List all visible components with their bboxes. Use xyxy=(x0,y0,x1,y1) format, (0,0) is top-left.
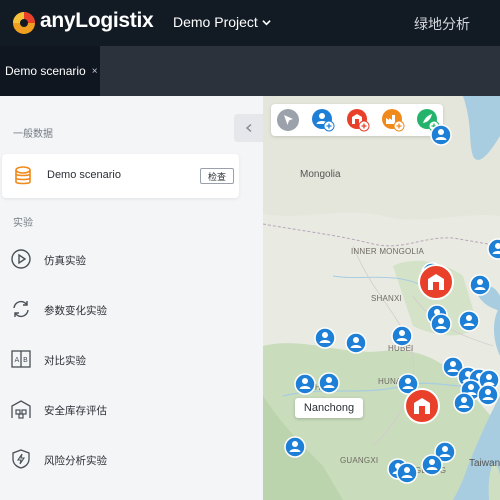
shield-icon xyxy=(12,449,30,469)
svg-text:A: A xyxy=(15,356,20,364)
svg-text:B: B xyxy=(23,356,28,364)
experiments-heading: 实验 xyxy=(13,218,33,229)
experiment-label: 风险分析实验 xyxy=(44,455,107,467)
collapse-sidebar-button[interactable] xyxy=(234,114,263,142)
customer-pin-icon[interactable] xyxy=(294,373,316,395)
sidebar: 一般数据 Demo scenario 检查 实验 仿真实验 参数变化实验 A B… xyxy=(0,96,263,500)
experiment-item-risk-analysis[interactable]: 风险分析实验 xyxy=(0,440,240,480)
play-icon xyxy=(11,249,31,269)
experiment-label: 仿真实验 xyxy=(44,255,86,267)
customer-pin-icon[interactable] xyxy=(430,313,452,335)
map-label-taiwan: Taiwan xyxy=(469,458,500,469)
customer-pin-icon[interactable] xyxy=(391,325,413,347)
tab-demo-scenario[interactable]: Demo scenario × xyxy=(0,46,100,96)
experiment-label: 安全库存评估 xyxy=(44,405,107,417)
customer-pin-icon[interactable] xyxy=(284,436,306,458)
customer-pin-icon[interactable] xyxy=(314,327,336,349)
project-selector[interactable]: Demo Project xyxy=(173,14,271,30)
database-icon xyxy=(15,166,31,185)
anylogistix-logo-icon xyxy=(13,12,35,34)
map-view[interactable]: Mongolia INNER MONGOLIA SHANXI HUBEI SIC… xyxy=(263,96,500,500)
experiment-label: 对比实验 xyxy=(44,355,86,367)
stock-icon xyxy=(11,400,31,419)
scenario-card[interactable]: Demo scenario 检查 xyxy=(2,154,239,198)
experiment-item-safety-stock[interactable]: 安全库存评估 xyxy=(0,390,240,430)
greenfield-analysis-link[interactable]: 绿地分析 xyxy=(414,14,470,34)
chevron-down-icon xyxy=(262,19,271,25)
experiment-item-simulation[interactable]: 仿真实验 xyxy=(0,240,240,280)
cycle-arrows-icon xyxy=(13,300,29,318)
customer-pin-icon[interactable] xyxy=(318,372,340,394)
customer-pin-icon[interactable] xyxy=(345,332,367,354)
experiment-item-variation[interactable]: 参数变化实验 xyxy=(0,290,240,330)
add-warehouse-icon[interactable] xyxy=(346,108,370,132)
inspect-button[interactable]: 检查 xyxy=(200,168,234,184)
experiment-item-comparison[interactable]: A B 对比实验 xyxy=(0,340,240,380)
tab-strip: Demo scenario × xyxy=(0,46,500,96)
add-factory-icon[interactable] xyxy=(381,108,405,132)
close-icon[interactable]: × xyxy=(92,66,98,77)
customer-pin-icon[interactable] xyxy=(477,384,499,406)
warehouse-pin-icon[interactable] xyxy=(404,388,440,424)
customer-pin-icon[interactable] xyxy=(421,454,443,476)
customer-pin-icon[interactable] xyxy=(469,274,491,296)
brand-name: anyLogistix xyxy=(40,9,154,32)
map-label-mongolia: Mongolia xyxy=(300,169,341,180)
add-customer-icon[interactable] xyxy=(311,108,335,132)
chevron-left-icon xyxy=(245,124,251,132)
compare-icon: A B xyxy=(11,350,31,368)
map-label-guangxi: GUANGXI xyxy=(340,456,379,465)
project-name: Demo Project xyxy=(173,14,258,30)
customer-pin-icon[interactable] xyxy=(396,462,418,484)
warehouse-pin-icon[interactable] xyxy=(418,264,454,300)
map-label-shanxi: SHANXI xyxy=(371,294,402,303)
customer-pin-icon[interactable] xyxy=(458,310,480,332)
general-data-heading: 一般数据 xyxy=(13,129,53,140)
tab-label: Demo scenario xyxy=(5,64,86,78)
top-bar: anyLogistix Demo Project 绿地分析 xyxy=(0,0,500,46)
customer-pin-icon[interactable] xyxy=(430,124,452,146)
experiment-label: 参数变化实验 xyxy=(44,305,107,317)
customer-pin-icon[interactable] xyxy=(453,392,475,414)
location-tooltip: Nanchong xyxy=(295,398,363,418)
customer-pin-icon[interactable] xyxy=(487,238,500,260)
map-toolbar xyxy=(271,104,443,136)
scenario-name: Demo scenario xyxy=(47,169,121,181)
select-cursor-icon[interactable] xyxy=(276,108,300,132)
map-label-inner-mongolia: INNER MONGOLIA xyxy=(351,247,425,256)
